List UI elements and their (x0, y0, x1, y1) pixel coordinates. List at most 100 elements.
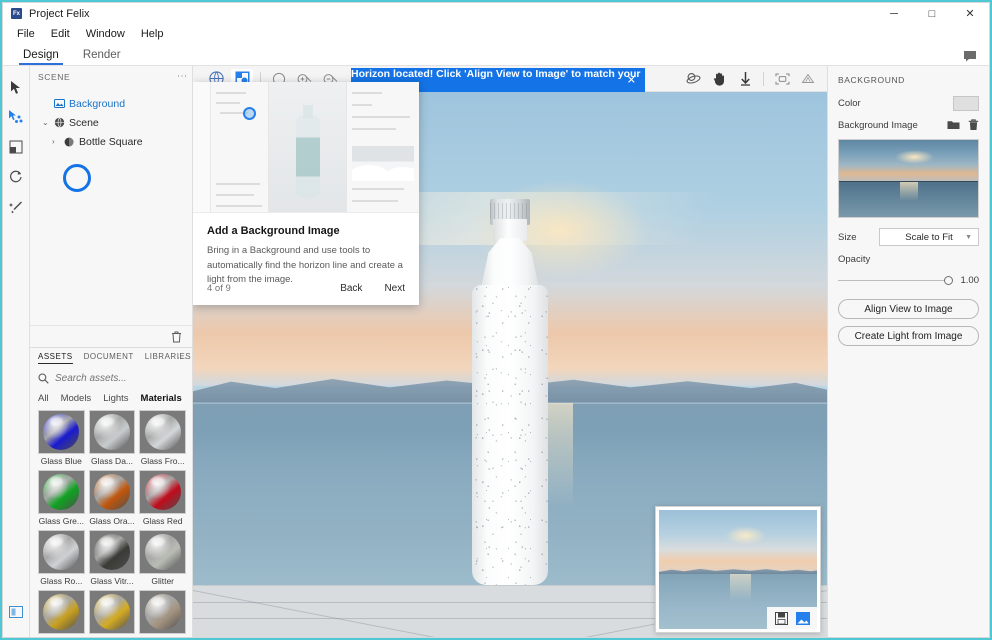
material-swatch[interactable]: Granite B... (139, 590, 186, 637)
color-swatch[interactable] (953, 96, 979, 111)
material-swatch[interactable]: Glass Blue (38, 410, 85, 466)
illustration-canvas (269, 82, 346, 212)
pan-hand-icon[interactable] (708, 69, 730, 89)
tool-rail-bottom (3, 599, 29, 629)
filter-all[interactable]: All (38, 393, 49, 404)
save-preview-icon[interactable] (773, 610, 790, 626)
material-swatch[interactable]: Glass Da... (88, 410, 136, 466)
bottle-body (472, 285, 548, 585)
scene-menu-icon[interactable]: ⋮ (176, 71, 187, 81)
background-preview-panel[interactable] (655, 506, 821, 633)
material-preview (88, 590, 136, 634)
scene-tree-item-background[interactable]: Background (30, 94, 192, 113)
scene-tree: Background ⌄ Scene › Bottle Square (30, 88, 192, 192)
trash-icon[interactable] (968, 119, 979, 131)
perspective-icon[interactable] (797, 69, 819, 89)
material-sphere-icon (144, 474, 181, 510)
size-row: Size Scale to Fit ▼ (838, 228, 979, 246)
material-swatch[interactable]: Glass Gre... (38, 470, 85, 526)
select-tool[interactable] (5, 74, 28, 100)
material-preview (38, 590, 85, 634)
bottle-3d-model[interactable] (466, 199, 554, 585)
scale-tool[interactable] (5, 134, 28, 160)
menu-help[interactable]: Help (133, 26, 172, 42)
move-tool[interactable] (5, 104, 28, 130)
background-image-label: Background Image (838, 119, 918, 131)
size-label: Size (838, 231, 857, 243)
tab-design[interactable]: Design (11, 49, 71, 65)
magic-wand-tool[interactable] (5, 194, 28, 220)
size-select[interactable]: Scale to Fit ▼ (879, 228, 979, 246)
tree-caret-collapsed-icon[interactable]: › (52, 137, 64, 146)
material-swatch[interactable]: Glass Fro... (139, 410, 186, 466)
menu-edit[interactable]: Edit (43, 26, 78, 42)
material-preview (38, 470, 85, 514)
assets-tab-bar: ASSETS DOCUMENT LIBRARIES ⋮ (30, 348, 192, 368)
material-swatch[interactable]: Gold Cl... (38, 590, 85, 637)
thumb-sun (894, 149, 934, 165)
mode-tab-bar: Design Render (3, 44, 989, 66)
material-preview (38, 410, 85, 454)
toolbar-divider (763, 71, 764, 86)
color-row: Color (838, 96, 979, 111)
maximize-button[interactable]: □ (913, 3, 951, 24)
assets-search-row (30, 368, 192, 388)
opacity-slider[interactable] (838, 276, 953, 285)
tab-render[interactable]: Render (71, 49, 133, 65)
material-preview (139, 530, 186, 574)
tab-document[interactable]: DOCUMENT (84, 352, 134, 364)
bottle-neck (493, 219, 527, 241)
banner-close-icon[interactable]: ✕ (627, 74, 636, 87)
main-body: SCENE ⋮ Background ⌄ Scene › Bottle Squa… (3, 66, 989, 637)
material-swatch[interactable]: Glass Vitr... (88, 530, 136, 586)
material-sphere-icon (93, 534, 130, 570)
background-image-thumbnail[interactable] (838, 139, 979, 218)
material-sphere-icon (93, 414, 130, 450)
menu-window[interactable]: Window (78, 26, 133, 42)
scene-tree-item-bottle-square[interactable]: › Bottle Square (30, 132, 192, 151)
trash-icon[interactable] (171, 331, 182, 343)
create-light-from-image-button[interactable]: Create Light from Image (838, 326, 979, 346)
thumb-water (839, 182, 978, 217)
comment-icon[interactable] (963, 50, 977, 62)
toggle-panels-icon[interactable] (5, 599, 28, 625)
coach-mark-footer: 4 of 9 Back Next (207, 283, 405, 294)
rotate-tool[interactable] (5, 164, 28, 190)
filter-models[interactable]: Models (61, 393, 92, 404)
material-swatch[interactable]: Gold Ric... (88, 590, 136, 637)
assets-menu-icon[interactable]: ⋮ (176, 353, 187, 363)
preview-layout-icon[interactable] (794, 610, 811, 626)
material-name: Glass Vitr... (90, 576, 134, 586)
tab-assets[interactable]: ASSETS (38, 352, 73, 364)
material-sphere-icon (43, 594, 80, 630)
material-swatch[interactable]: Glass Ora... (88, 470, 136, 526)
close-button[interactable]: ✕ (951, 3, 989, 24)
scene-tree-item-scene[interactable]: ⌄ Scene (30, 113, 192, 132)
coach-next-button[interactable]: Next (384, 283, 405, 294)
material-name: Glass Da... (90, 456, 134, 466)
minimize-button[interactable]: ─ (875, 3, 913, 24)
material-sphere-icon (93, 474, 130, 510)
viewport[interactable]: Horizon located! Click 'Align View to Im… (193, 66, 827, 637)
folder-icon[interactable] (947, 119, 960, 131)
material-preview (139, 470, 186, 514)
filter-lights[interactable]: Lights (103, 393, 128, 404)
material-swatch[interactable]: Glass Ro... (38, 530, 85, 586)
material-sphere-icon (144, 534, 181, 570)
frame-selection-icon[interactable] (771, 69, 793, 89)
material-swatch[interactable]: Glass Red (139, 470, 186, 526)
tree-caret-expanded-icon[interactable]: ⌄ (42, 118, 54, 127)
coach-back-button[interactable]: Back (340, 283, 362, 294)
menu-file[interactable]: File (9, 26, 43, 42)
material-preview (88, 470, 136, 514)
material-name: Gold Cl... (38, 634, 85, 637)
align-view-to-image-button[interactable]: Align View to Image (838, 299, 979, 319)
orbit-icon[interactable] (682, 69, 704, 89)
material-swatch[interactable]: Glitter (139, 530, 186, 586)
drop-to-ground-icon[interactable] (734, 69, 756, 89)
search-input[interactable] (55, 372, 175, 384)
illustration-scene-tree (211, 82, 269, 212)
scene-tree-empty-space (30, 151, 192, 325)
filter-materials[interactable]: Materials (141, 393, 182, 404)
opacity-slider-knob[interactable] (944, 276, 953, 285)
